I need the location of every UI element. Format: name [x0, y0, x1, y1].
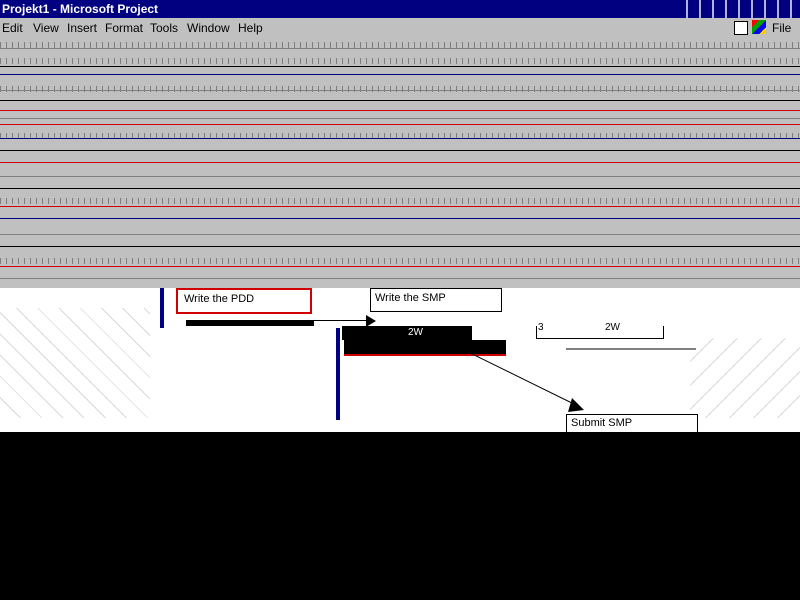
- task-label: Write the SMP: [375, 292, 446, 304]
- title-bar: Projekt1 - Microsoft Project: [0, 0, 800, 18]
- glitch-line: [0, 110, 800, 111]
- task-box-pdd[interactable]: Write the PDD: [176, 288, 312, 314]
- chart-canvas[interactable]: Write the PDD Write the SMP 2W 3 2W Subm…: [0, 288, 800, 432]
- title-bar-noise: [680, 0, 800, 18]
- canvas-noise: [690, 338, 800, 418]
- toolbar-noise: [0, 198, 800, 204]
- glitch-line: [0, 162, 800, 163]
- glitch-line: [0, 150, 800, 151]
- selection-handle[interactable]: [160, 288, 164, 328]
- glitch-line: [0, 48, 800, 49]
- glitch-line: [0, 90, 800, 91]
- menu-view[interactable]: View: [33, 21, 59, 35]
- glitch-line: [0, 118, 800, 119]
- task-label: Write the PDD: [184, 293, 255, 305]
- glitch-line: [0, 278, 800, 279]
- menu-tools[interactable]: Tools: [150, 21, 178, 35]
- glitch-line: [0, 206, 800, 207]
- black-region: [0, 432, 800, 600]
- menu-window[interactable]: Window: [187, 21, 230, 35]
- menu-bar: Edit View Insert Format Tools Window Hel…: [0, 18, 800, 38]
- task-bar[interactable]: 2W: [342, 326, 472, 340]
- timescale-duration: 2W: [605, 322, 620, 333]
- toolbar-noise: [0, 258, 800, 264]
- toolbar-area: [0, 38, 800, 288]
- task-bar[interactable]: [186, 320, 314, 326]
- menu-format[interactable]: Format: [105, 21, 143, 35]
- link-line: [312, 320, 368, 321]
- glitch-line: [0, 74, 800, 75]
- toolbar-noise: [0, 58, 800, 64]
- arrow-icon: [366, 315, 376, 327]
- link-arrow: [460, 348, 584, 412]
- timescale-box: 3 2W: [536, 322, 664, 339]
- task-label: Submit SMP: [571, 417, 633, 429]
- window-title: Projekt1 - Microsoft Project: [2, 2, 159, 16]
- glitch-line: [0, 66, 800, 67]
- menu-help[interactable]: Help: [238, 21, 263, 35]
- glitch-line: [0, 176, 800, 177]
- glitch-line: [0, 124, 800, 125]
- task-box-smp[interactable]: Write the SMP: [370, 288, 502, 312]
- menu-file[interactable]: File: [772, 21, 791, 35]
- task-box-submit-smp[interactable]: Submit SMP: [566, 414, 698, 432]
- toolbar-noise: [0, 86, 800, 92]
- app-logo-icon[interactable]: [752, 20, 766, 34]
- glitch-line: [0, 138, 800, 139]
- menu-insert[interactable]: Insert: [67, 21, 97, 35]
- glitch-line: [0, 246, 800, 247]
- glitch-line: [0, 188, 800, 189]
- timescale-number: 3: [538, 322, 544, 333]
- document-icon[interactable]: [734, 21, 748, 35]
- canvas-noise: [0, 308, 150, 418]
- menu-edit[interactable]: Edit: [2, 21, 23, 35]
- glitch-line: [0, 234, 800, 235]
- glitch-line: [0, 100, 800, 101]
- selection-handle[interactable]: [336, 328, 340, 420]
- duration-label: 2W: [408, 327, 423, 338]
- glitch-line: [0, 218, 800, 219]
- glitch-line: [0, 266, 800, 267]
